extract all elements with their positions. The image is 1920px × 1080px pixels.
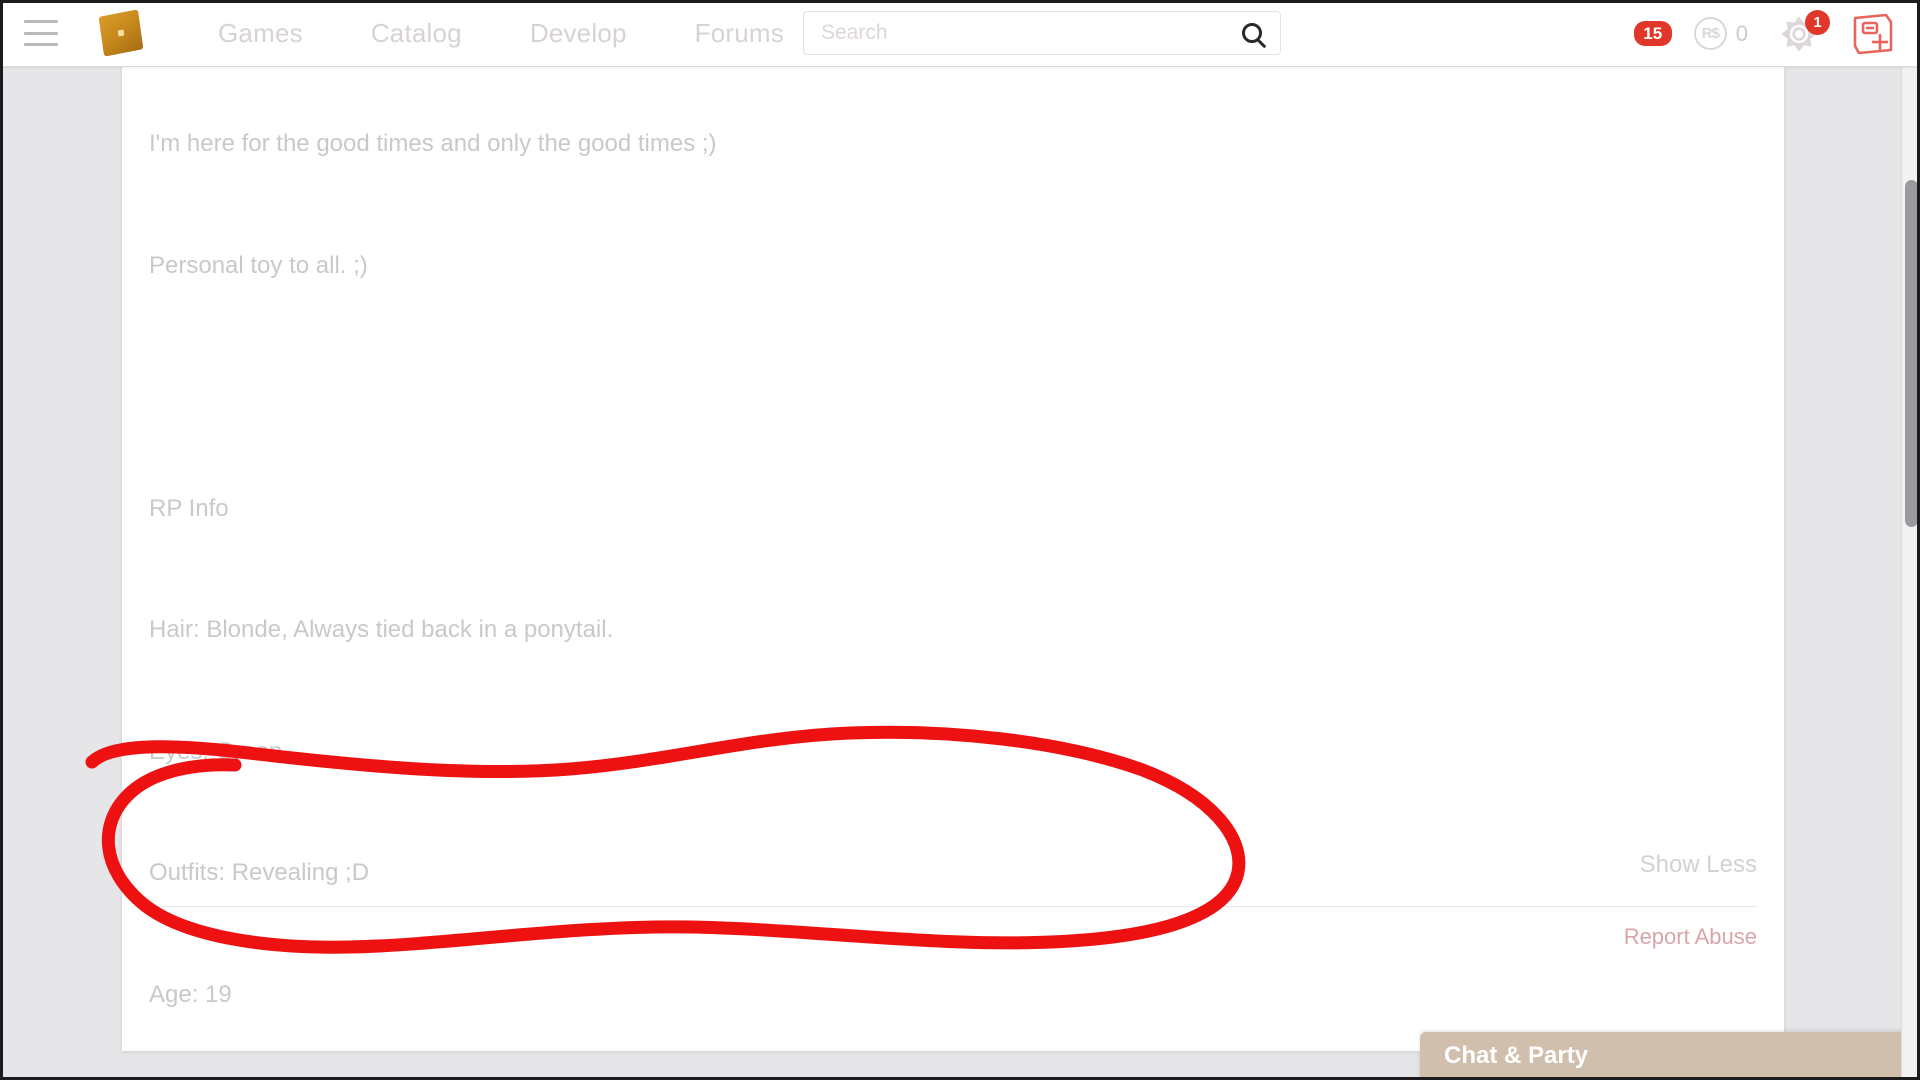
card-divider	[149, 906, 1757, 907]
show-less-button[interactable]: Show Less	[1640, 851, 1757, 879]
nav-link-develop[interactable]: Develop	[496, 18, 661, 49]
top-navigation-bar: Games Catalog Develop Forums 15 R$ 0	[0, 0, 1920, 67]
nav-right-cluster: 15 R$ 0	[1634, 0, 1898, 67]
hamburger-menu-icon[interactable]	[24, 20, 58, 46]
settings-badge-count: 1	[1805, 10, 1830, 35]
about-line-blank	[149, 367, 1749, 408]
nav-link-forums[interactable]: Forums	[661, 18, 818, 49]
robux-balance[interactable]: R$ 0	[1694, 17, 1748, 50]
chat-and-party-bar[interactable]: Chat & Party	[1420, 1032, 1916, 1080]
about-line: I'm here for the good times and only the…	[149, 124, 1749, 165]
nav-link-games[interactable]: Games	[184, 18, 337, 49]
roblox-logo-icon[interactable]	[88, 7, 154, 59]
about-line: Hair: Blonde, Always tied back in a pony…	[149, 610, 1749, 651]
page-root: Games Catalog Develop Forums 15 R$ 0	[0, 0, 1920, 1080]
about-profile-card: I'm here for the good times and only the…	[122, 67, 1784, 1051]
primary-nav-links: Games Catalog Develop Forums	[184, 18, 818, 49]
search-icon	[1242, 23, 1262, 43]
about-description-text: I'm here for the good times and only the…	[149, 67, 1749, 1080]
window-frame-top	[0, 0, 1920, 3]
window-frame-left	[0, 0, 3, 1080]
hamburger-bar	[24, 43, 58, 46]
about-line: RP Info	[149, 489, 1749, 530]
hamburger-bar	[24, 32, 58, 35]
hamburger-bar	[24, 20, 58, 23]
search-button[interactable]	[1224, 12, 1280, 54]
search-box[interactable]	[803, 11, 1281, 55]
notifications-badge[interactable]: 15	[1634, 21, 1672, 46]
nav-link-catalog[interactable]: Catalog	[337, 18, 496, 49]
add-friend-icon[interactable]	[1850, 12, 1898, 56]
page-body: I'm here for the good times and only the…	[0, 67, 1920, 1080]
chat-and-party-label: Chat & Party	[1444, 1042, 1588, 1070]
robux-amount: 0	[1736, 21, 1748, 47]
report-abuse-link[interactable]: Report Abuse	[1624, 924, 1757, 950]
settings-button[interactable]: 1	[1778, 13, 1820, 55]
logo-tile-shape	[99, 9, 144, 56]
about-line: Eyes: Green	[149, 732, 1749, 773]
about-line: Outfits: Revealing ;D	[149, 853, 1749, 894]
robux-icon: R$	[1694, 17, 1727, 50]
about-line: Age: 19	[149, 975, 1749, 1016]
about-line: Personal toy to all. ;)	[149, 246, 1749, 287]
search-input[interactable]	[804, 12, 1224, 54]
